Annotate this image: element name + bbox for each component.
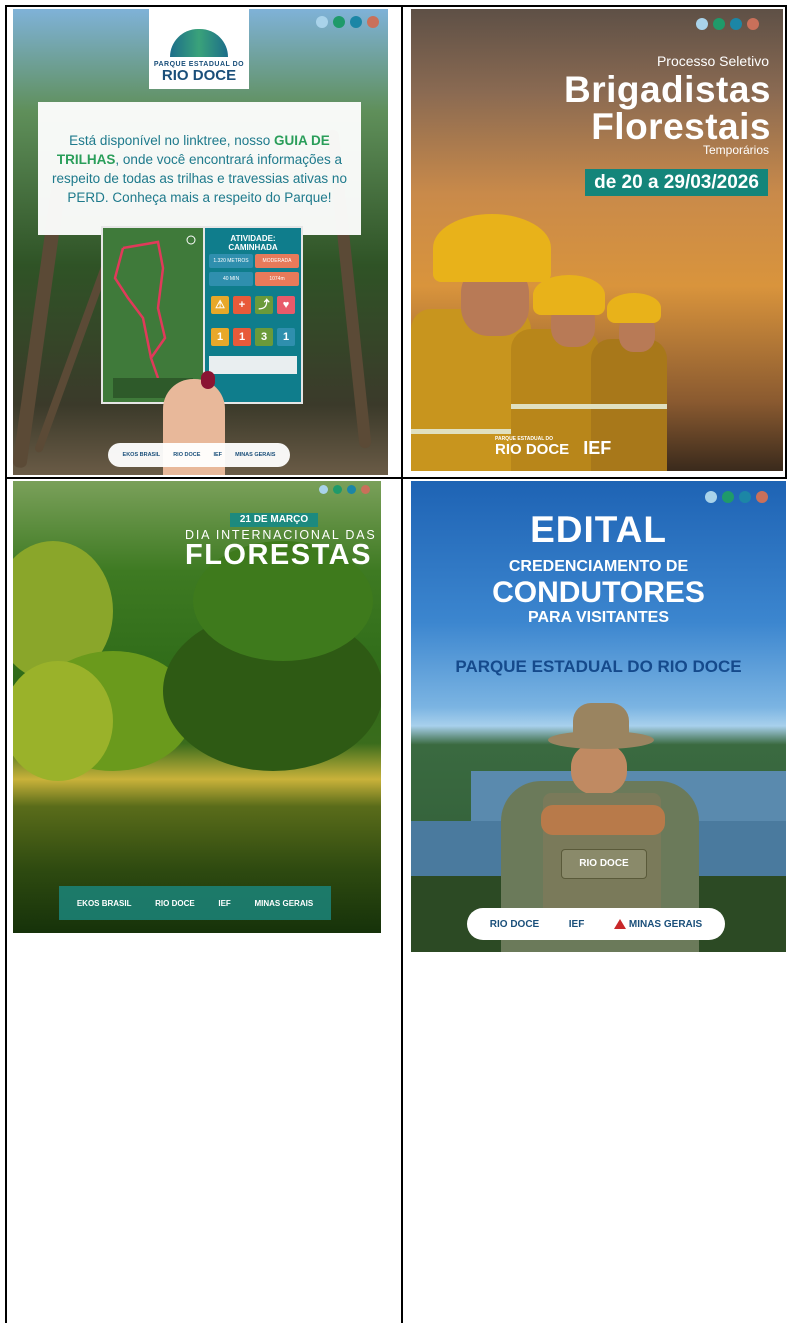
helmet-icon xyxy=(607,293,661,323)
distance-cell: 1.320 METROS xyxy=(209,254,253,268)
ief-logo: IEF xyxy=(583,438,612,458)
title-florestas: FLORESTAS xyxy=(185,539,372,571)
brand-dot xyxy=(747,18,759,30)
title-brigadistas: Brigadistas xyxy=(563,69,771,110)
brand-dot xyxy=(350,16,362,28)
ief-logo: IEF xyxy=(213,452,223,458)
ief-logo: IEF xyxy=(218,898,231,908)
heart-icon: ♥ xyxy=(277,296,295,314)
path-icon: ⤴ xyxy=(255,296,273,314)
elevation-profile xyxy=(209,356,297,374)
partner-logos: EKOS BRASIL RIO DOCE IEF MINAS GERAIS xyxy=(59,886,331,920)
partner-logos: PARQUE ESTADUAL DO RIO DOCE IEF xyxy=(495,436,612,458)
brand-dot xyxy=(361,485,370,494)
ekos-logo: EKOS BRASIL xyxy=(76,898,132,908)
date-badge: de 20 a 29/03/2026 xyxy=(585,169,768,196)
brand-dot xyxy=(319,485,328,494)
hiker-head xyxy=(571,743,627,795)
activity-panel: ATIVIDADE: CAMINHADA 1.320 METROS MODERA… xyxy=(203,226,303,404)
brigadistas-post[interactable]: Processo Seletivo Brigadistas Florestais… xyxy=(411,9,783,471)
brand-dot xyxy=(713,18,725,30)
brand-dot xyxy=(696,18,708,30)
brand-dot xyxy=(756,491,768,503)
table-border-middle xyxy=(401,5,403,1323)
brand-dot xyxy=(367,16,379,28)
minas-triangle-icon xyxy=(613,918,626,929)
logo-title: RIO DOCE xyxy=(161,67,237,84)
title-condutores: CONDUTORES xyxy=(492,576,705,609)
trail-map xyxy=(101,226,205,404)
warning-icon: ⚠ xyxy=(211,296,229,314)
brand-dots xyxy=(705,491,768,503)
globe-icon xyxy=(170,29,228,57)
brand-dot xyxy=(347,485,356,494)
minas-gerais-logo: MINAS GERAIS xyxy=(254,898,314,908)
brand-dot xyxy=(722,491,734,503)
minas-gerais-logo: MINAS GERAIS xyxy=(235,452,276,458)
announcement-text: Está disponível no linktree, nosso GUIA … xyxy=(38,102,361,235)
brand-dot xyxy=(705,491,717,503)
rating-number: 1 xyxy=(277,328,295,346)
sleeping-roll xyxy=(541,805,665,835)
credenciamento-label: CREDENCIAMENTO DE xyxy=(508,558,689,575)
date-badge: 21 DE MARÇO xyxy=(230,513,318,527)
duration-cell: 40 MIN xyxy=(209,272,253,286)
rio-doce-logo: RIO DOCE xyxy=(173,452,201,458)
brand-dots xyxy=(316,16,379,28)
ief-logo: IEF xyxy=(568,918,585,930)
partner-logos: RIO DOCE IEF MINAS GERAIS xyxy=(467,908,725,940)
brand-dot xyxy=(333,485,342,494)
helmet-icon xyxy=(533,275,605,315)
rating-number: 1 xyxy=(211,328,229,346)
title-florestais: Florestais xyxy=(591,106,771,147)
rio-doce-logo: RIO DOCE xyxy=(489,918,540,930)
rio-doce-logo: PARQUE ESTADUAL DO RIO DOCE xyxy=(149,9,249,89)
plus-icon: + xyxy=(233,296,251,314)
brand-dot xyxy=(730,18,742,30)
guia-trilhas-post[interactable]: PARQUE ESTADUAL DO RIO DOCE Está disponí… xyxy=(13,9,388,475)
ekos-logo: EKOS BRASIL xyxy=(122,452,161,458)
title-edital: EDITAL xyxy=(530,509,667,550)
edital-post[interactable]: EDITAL CREDENCIAMENTO DE CONDUTORES PARA… xyxy=(411,481,786,952)
table-border-right xyxy=(785,5,787,479)
rio-doce-logo: RIO DOCE xyxy=(155,898,195,908)
processo-label: Processo Seletivo xyxy=(656,53,769,69)
trail-route-icon xyxy=(113,235,196,398)
backpack-patch: RIO DOCE xyxy=(561,849,647,879)
table-border-row xyxy=(5,477,787,479)
table-border-left xyxy=(5,5,7,1323)
rating-number: 3 xyxy=(255,328,273,346)
visitantes-label: PARA VISITANTES xyxy=(527,609,670,626)
rating-number: 1 xyxy=(233,328,251,346)
altitude-cell: 1074m xyxy=(255,272,299,286)
difficulty-cell: MODERADA xyxy=(255,254,299,268)
table-border-top xyxy=(5,5,787,7)
fingernail xyxy=(201,371,215,389)
brand-dots xyxy=(696,18,759,30)
parque-label: PARQUE ESTADUAL DO RIO DOCE xyxy=(455,657,742,676)
rio-doce-logo: PARQUE ESTADUAL DO RIO DOCE xyxy=(495,436,570,458)
brand-dot xyxy=(316,16,328,28)
minas-gerais-logo: MINAS GERAIS xyxy=(613,918,702,930)
brand-dot xyxy=(739,491,751,503)
brand-dot xyxy=(333,16,345,28)
partner-logos: EKOS BRASIL RIO DOCE IEF MINAS GERAIS xyxy=(108,443,290,467)
temporarios-label: Temporários xyxy=(702,143,769,157)
florestas-post[interactable]: 21 DE MARÇO DIA INTERNACIONAL DAS FLORES… xyxy=(13,481,381,933)
brand-dots xyxy=(319,485,370,494)
helmet-icon xyxy=(433,214,551,282)
